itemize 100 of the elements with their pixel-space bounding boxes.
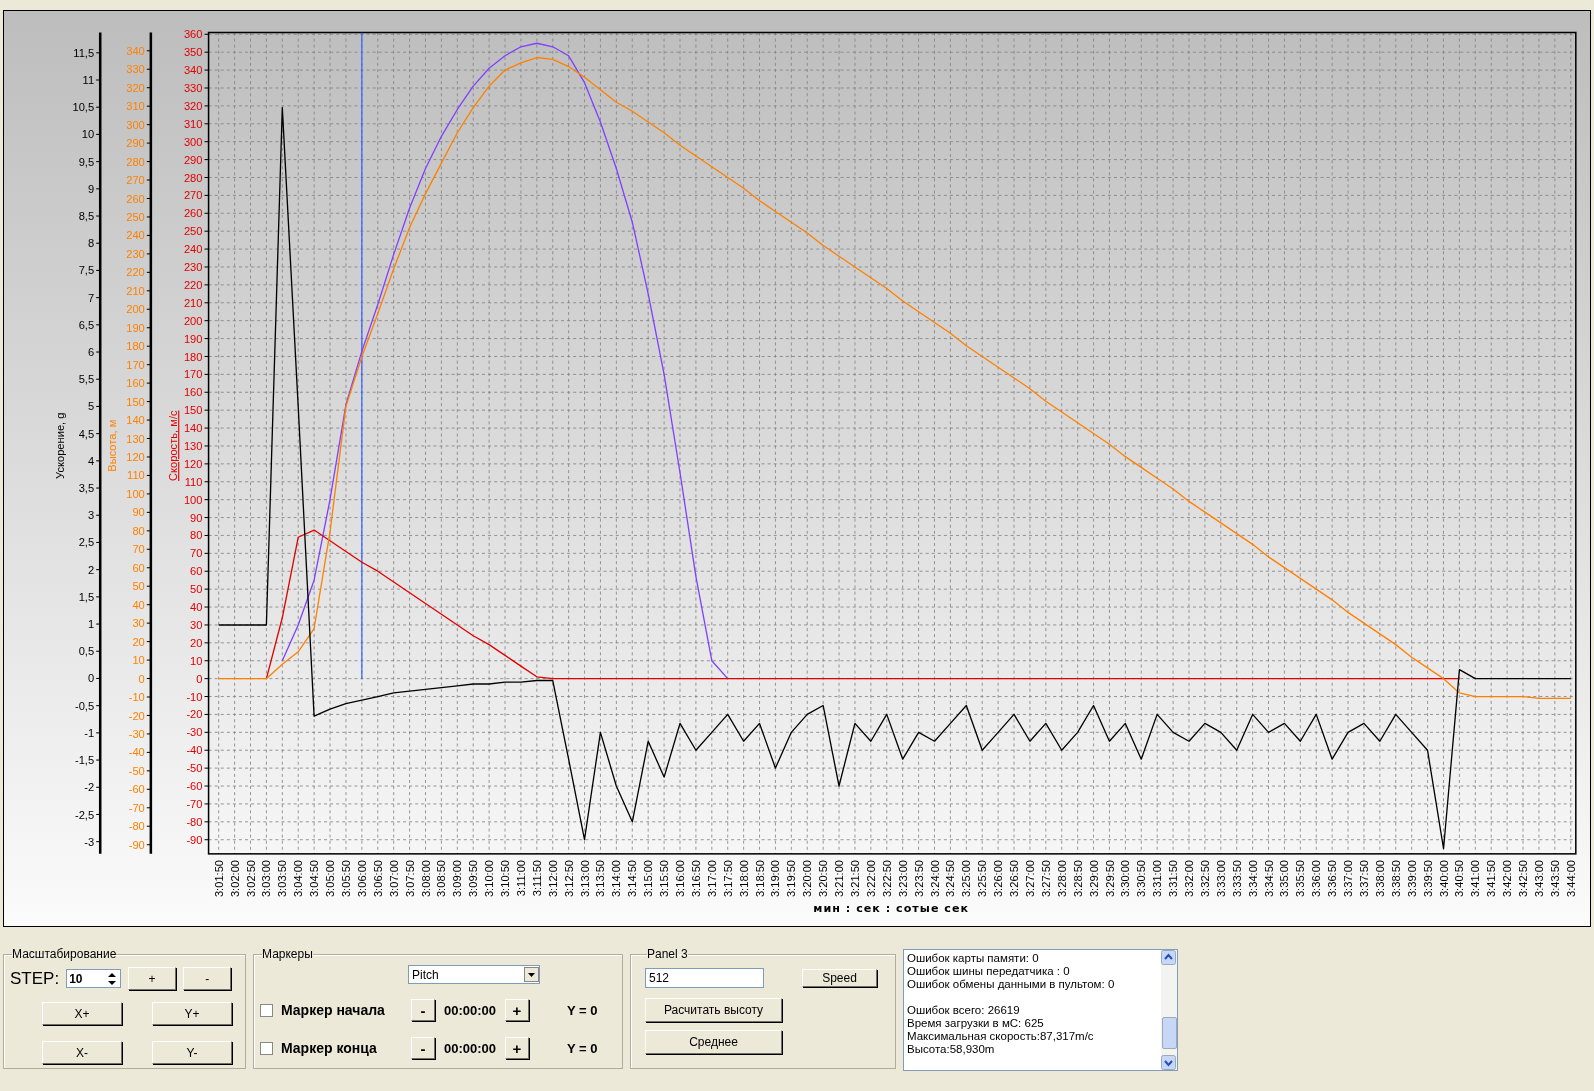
- axis-tick-label: 3:23:00: [896, 859, 909, 898]
- axis-tick-label: 3:20:50: [817, 859, 830, 898]
- axis-scale-button[interactable]: X+: [42, 1002, 122, 1025]
- decrement-button[interactable]: -: [411, 999, 435, 1021]
- checkbox-label[interactable]: Маркер начала: [281, 1002, 411, 1018]
- axis-tick-label: 3:25:00: [960, 859, 973, 898]
- axis-tick-label: 170: [126, 358, 145, 371]
- checkbox[interactable]: [260, 1041, 273, 1055]
- axis-tick-label: 3:33:50: [1230, 859, 1243, 898]
- zoom-in-button[interactable]: +: [128, 967, 177, 990]
- decrement-button[interactable]: -: [411, 1037, 435, 1059]
- axis-tick-label: 3:41:50: [1485, 859, 1498, 898]
- axis-tick-label: -80: [186, 815, 203, 828]
- axis-tick-label: 190: [126, 321, 145, 334]
- axis-tick-label: 3:07:50: [403, 859, 416, 898]
- axis-title: Скорость, м/с: [167, 410, 180, 481]
- axis-tick-label: 290: [126, 137, 145, 150]
- axis-tick-label: -30: [186, 726, 203, 739]
- axis-tick-label: 60: [190, 565, 203, 578]
- axis-tick-label: 3: [87, 509, 95, 522]
- axis-tick-label: -1: [84, 726, 95, 739]
- axis-tick-label: 3:31:50: [1167, 859, 1180, 898]
- group-title: Маркеры: [262, 947, 313, 961]
- axis-tick-label: 340: [183, 64, 203, 77]
- axis-tick-label: 150: [126, 395, 145, 408]
- axis-tick-label: 0,5: [78, 645, 95, 658]
- step-spinner[interactable]: 10: [66, 969, 122, 988]
- axis-tick-label: 9,5: [78, 155, 95, 168]
- increment-button[interactable]: +: [505, 999, 529, 1021]
- axis-tick-label: 3:35:50: [1294, 859, 1307, 898]
- axis-tick-label: 3:24:50: [944, 859, 957, 898]
- axis-tick-label: 6,5: [78, 318, 95, 331]
- axis-tick-label: 3:31:00: [1151, 859, 1164, 898]
- axis-tick-label: 3:17:00: [705, 859, 718, 898]
- action-button[interactable]: Расчитать высоту: [645, 998, 782, 1022]
- axis-tick-label: 3:29:00: [1087, 859, 1100, 898]
- axis-tick-label: -60: [128, 783, 145, 796]
- axis-tick-label: -90: [186, 833, 203, 846]
- axis-tick-label: 3:44:00: [1564, 859, 1577, 898]
- axis-tick-label: 3:18:00: [737, 859, 750, 898]
- axis-tick-label: 3:03:00: [260, 859, 273, 898]
- axis-tick-label: 3:27:00: [1024, 859, 1036, 898]
- axis-tick-label: 3:33:00: [1214, 859, 1227, 898]
- axis-tick-label: 130: [126, 432, 145, 445]
- axis-tick-label: 120: [126, 451, 145, 463]
- axis-tick-label: 3:06:50: [371, 859, 384, 898]
- axis-tick-label: 240: [183, 243, 203, 256]
- axis-tick-label: 3:01:50: [212, 859, 225, 898]
- axis-tick-label: 110: [127, 469, 145, 482]
- axis-tick-label: 3:15:00: [642, 859, 655, 898]
- axis-tick-label: 4,5: [78, 427, 95, 440]
- axis-tick-label: 100: [183, 493, 203, 506]
- axis-tick-label: 190: [183, 332, 203, 345]
- axis-tick-label: 50: [132, 580, 145, 593]
- checkbox[interactable]: [260, 1003, 273, 1017]
- axis-tick-label: 270: [183, 189, 203, 202]
- axis-scale-button[interactable]: Y+: [152, 1002, 232, 1025]
- input-field[interactable]: 512: [645, 968, 764, 988]
- dropdown[interactable]: Pitch: [408, 965, 540, 984]
- scroll-up-icon[interactable]: [1161, 950, 1176, 965]
- axis-tick-label: 2: [87, 563, 95, 576]
- scroll-thumb[interactable]: [1162, 1017, 1177, 1049]
- speed-button[interactable]: Speed: [802, 969, 877, 987]
- axis-tick-label: 140: [126, 414, 145, 427]
- axis-scale-button[interactable]: X-: [42, 1041, 122, 1064]
- increment-button[interactable]: +: [505, 1037, 529, 1059]
- axis-tick-label: 90: [132, 506, 145, 519]
- axis-tick-label: 100: [126, 487, 145, 500]
- group-title: Panel 3: [647, 947, 688, 961]
- axis-scale-button[interactable]: Y-: [152, 1041, 232, 1064]
- axis-tick-label: 3:30:00: [1119, 859, 1132, 898]
- scrollbar[interactable]: [1161, 950, 1177, 1070]
- axis-tick-label: 3:22:00: [864, 859, 877, 898]
- axis-tick-label: 3:15:50: [658, 859, 671, 898]
- zoom-out-button[interactable]: -: [183, 967, 232, 990]
- axis-tick-label: 250: [126, 211, 145, 223]
- axis-tick-label: 3:09:50: [467, 859, 480, 898]
- axis-tick-label: 3:02:50: [244, 859, 257, 898]
- axis-tick-label: -40: [128, 746, 145, 759]
- axis-tick-label: 270: [126, 174, 145, 187]
- axis-tick-label: 40: [132, 598, 145, 611]
- axis-tick-label: 3:13:00: [578, 859, 591, 898]
- axis-tick-label: 210: [183, 296, 203, 309]
- log-line: Ошибок шины передатчика : 0: [907, 965, 1071, 978]
- axis-tick-label: 350: [183, 46, 203, 59]
- axis-tick-label: 160: [183, 386, 203, 399]
- axis-tick-label: 230: [183, 261, 203, 273]
- action-button[interactable]: Среднее: [645, 1030, 782, 1054]
- axis-tick-label: 10: [190, 654, 203, 667]
- axis-tick-label: 310: [183, 117, 203, 130]
- axis-tick-label: 3:17:50: [721, 859, 734, 898]
- axis-tick-label: -20: [128, 709, 145, 722]
- axis-tick-label: 3:42:50: [1517, 859, 1530, 898]
- checkbox-label[interactable]: Маркер конца: [281, 1040, 411, 1056]
- axis-tick-label: 3:38:00: [1373, 859, 1386, 898]
- axis-tick-label: 3:25:50: [976, 859, 989, 898]
- spinner-arrows-icon[interactable]: [106, 970, 119, 987]
- log-line: Ошибок обмены данными в пультом: 0: [907, 978, 1116, 991]
- axis-tick-label: 90: [190, 511, 203, 524]
- scroll-down-icon[interactable]: [1161, 1055, 1176, 1070]
